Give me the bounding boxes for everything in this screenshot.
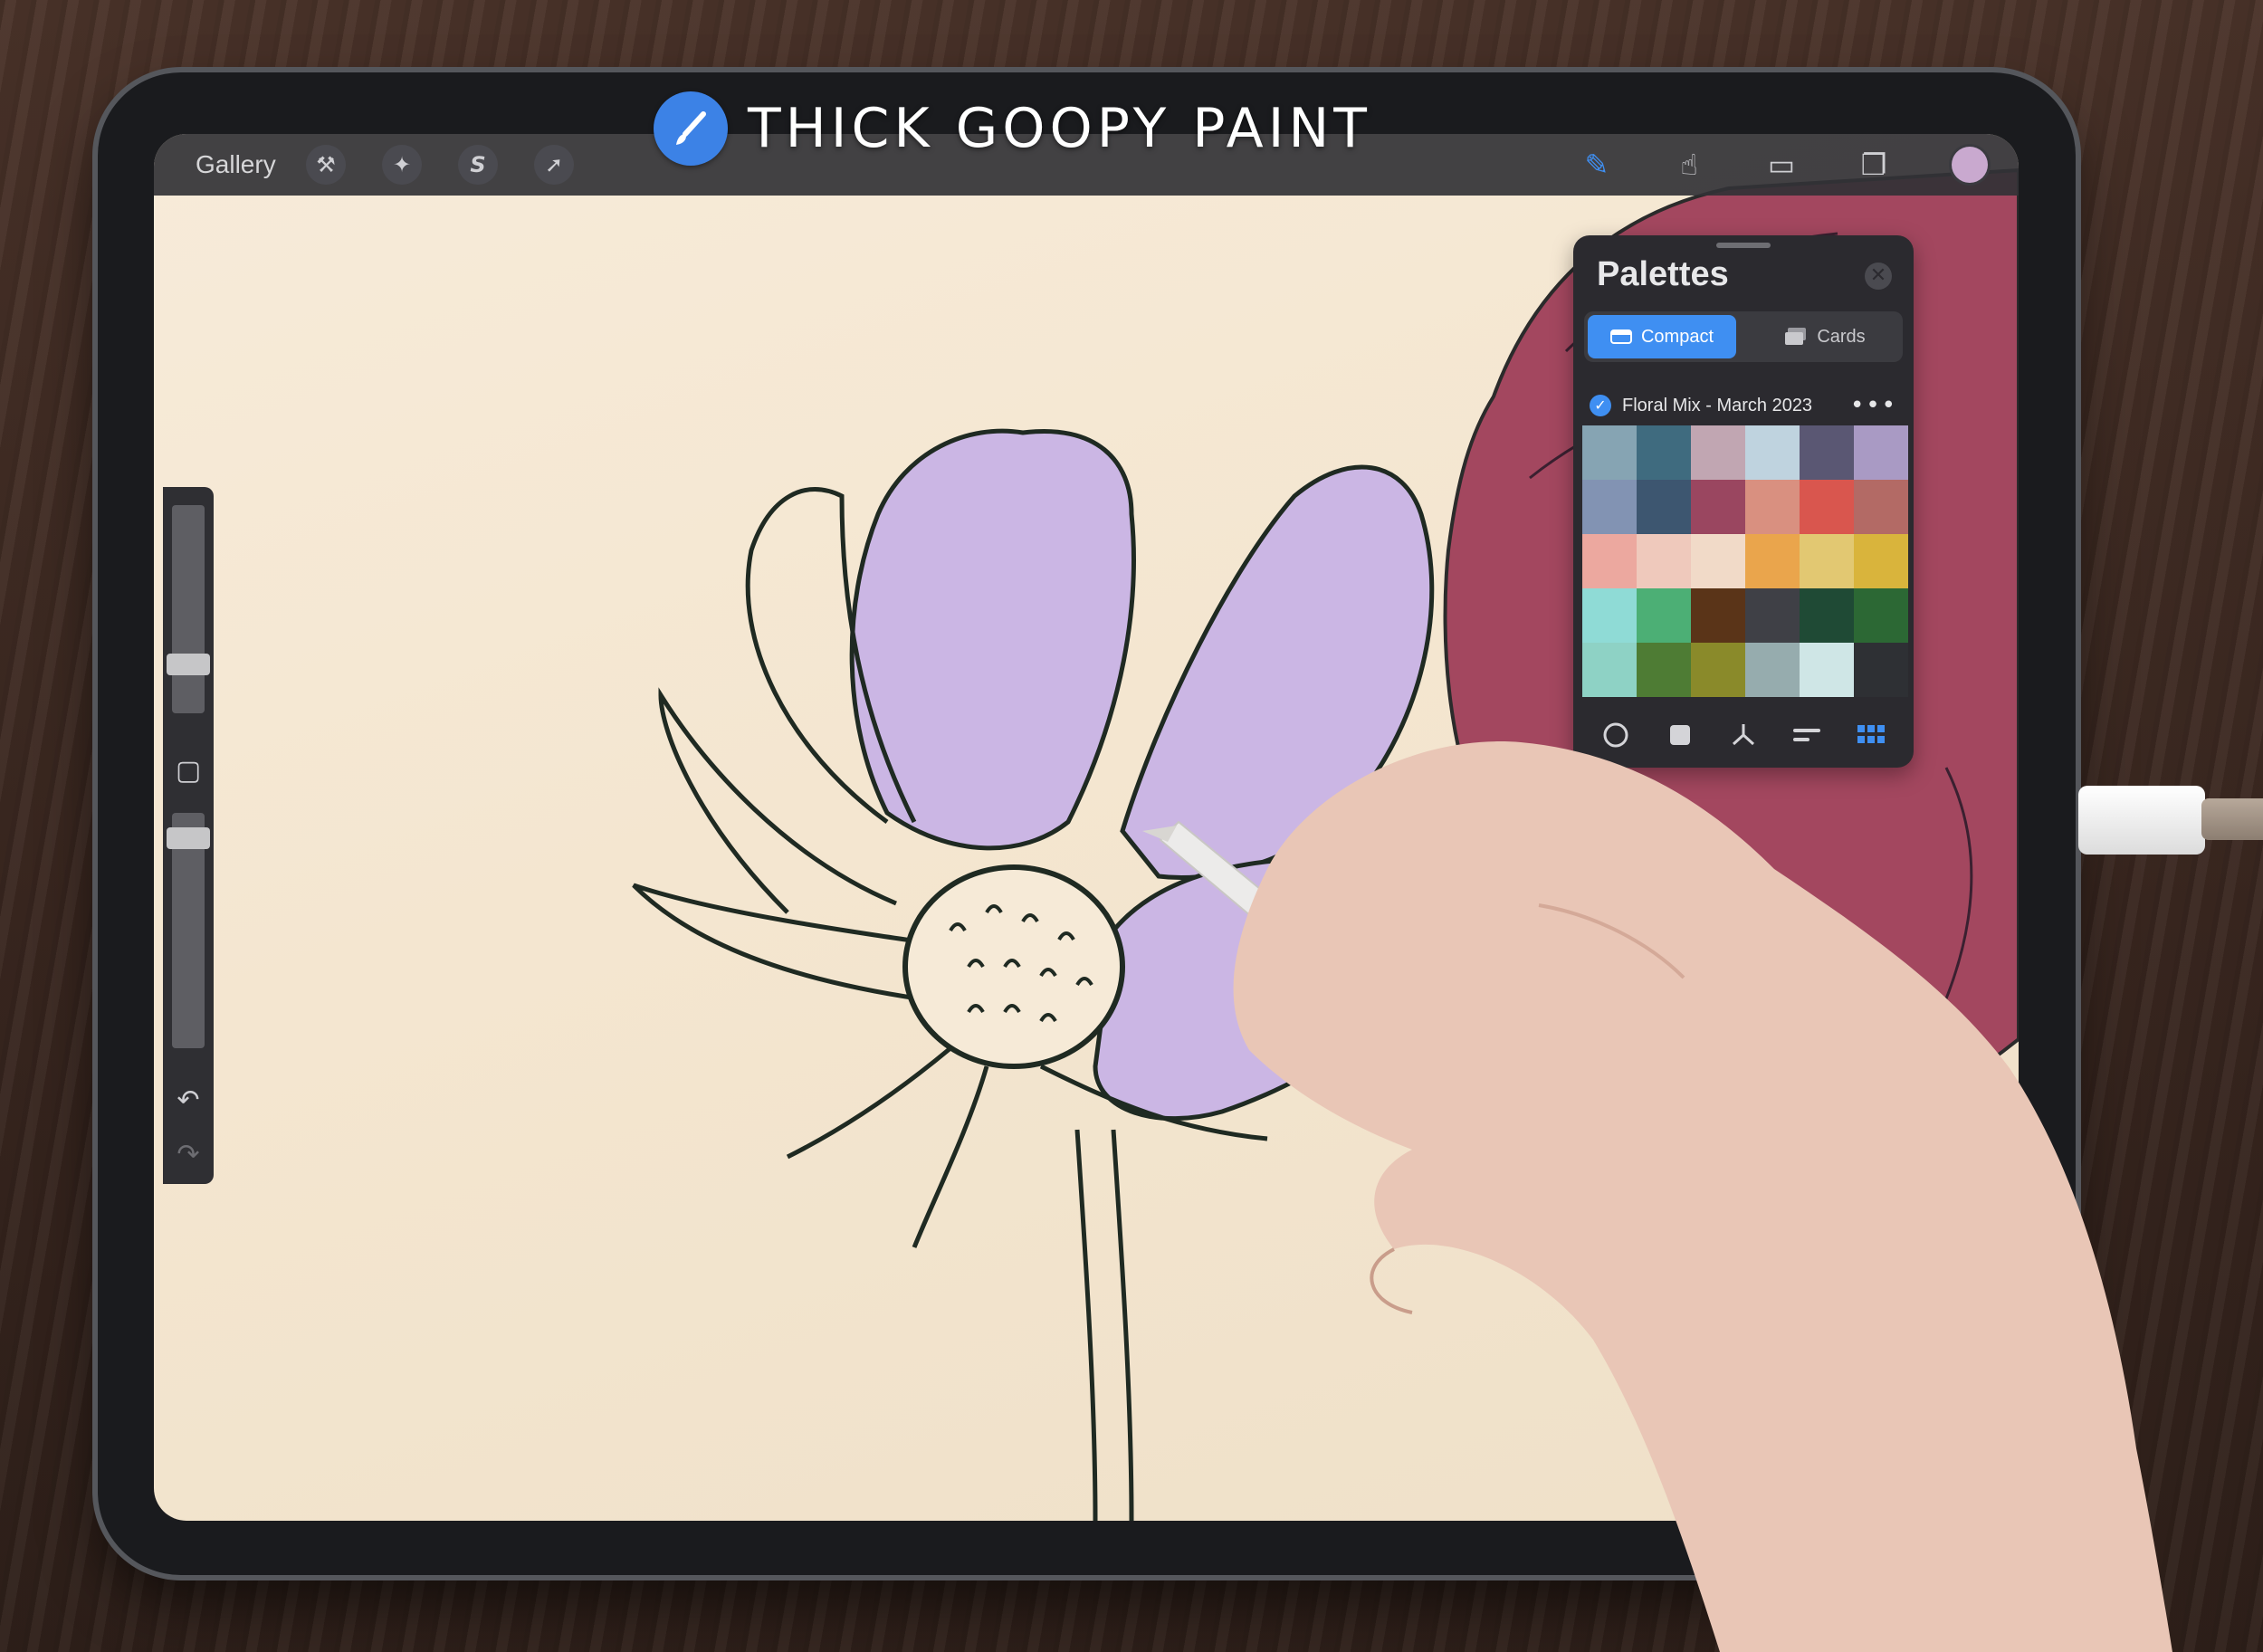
color-swatch[interactable] xyxy=(1800,480,1854,534)
compact-label: Compact xyxy=(1640,326,1714,347)
video-title-text: THICK GOOPY PAINT xyxy=(748,97,1371,160)
palettes-title: Palettes xyxy=(1597,255,1729,293)
eraser-icon[interactable]: ▭ xyxy=(1760,143,1803,186)
color-swatch[interactable] xyxy=(1637,588,1691,643)
color-swatch[interactable] xyxy=(1800,588,1854,643)
default-check-icon[interactable]: ✓ xyxy=(1590,395,1611,416)
gallery-button[interactable]: Gallery xyxy=(196,147,276,183)
panel-grab-handle[interactable] xyxy=(1716,243,1771,248)
disc-icon[interactable] xyxy=(1596,715,1636,755)
color-swatch[interactable] xyxy=(1691,534,1745,588)
cards-view-icon xyxy=(1785,328,1807,345)
color-swatch[interactable] xyxy=(1582,480,1637,534)
undo-icon[interactable]: ↶ xyxy=(163,1084,214,1116)
cards-view-button[interactable]: Cards xyxy=(1751,315,1899,358)
compact-view-icon xyxy=(1609,329,1632,344)
color-swatch[interactable] xyxy=(1745,480,1800,534)
color-swatch[interactable] xyxy=(1745,534,1800,588)
lavender-petal-right xyxy=(1120,464,1435,880)
usb-cable xyxy=(2201,798,2263,840)
cards-label: Cards xyxy=(1817,326,1866,347)
square-modify-icon[interactable]: ▢ xyxy=(163,755,214,787)
brush-size-slider[interactable] xyxy=(167,505,210,713)
color-swatch[interactable] xyxy=(1745,425,1800,480)
color-swatch[interactable] xyxy=(1637,480,1691,534)
color-swatch[interactable] xyxy=(1691,643,1745,697)
smudge-finger-icon[interactable]: ☝ xyxy=(1667,143,1711,186)
color-swatch[interactable] xyxy=(1691,425,1745,480)
color-swatch[interactable] xyxy=(1582,534,1637,588)
color-swatch[interactable] xyxy=(1854,643,1908,697)
color-swatch[interactable] xyxy=(1637,643,1691,697)
brush-size-knob[interactable] xyxy=(167,654,210,675)
color-swatch[interactable] xyxy=(1745,643,1800,697)
opacity-knob[interactable] xyxy=(167,827,210,849)
magic-wand-icon[interactable]: ✦ xyxy=(382,145,422,185)
color-swatch[interactable] xyxy=(1582,588,1637,643)
compact-view-button[interactable]: Compact xyxy=(1588,315,1736,358)
wrench-icon[interactable]: ⚒ xyxy=(306,145,346,185)
video-title-overlay: THICK GOOPY PAINT xyxy=(654,89,1371,168)
color-swatch[interactable] xyxy=(1854,588,1908,643)
brush-icon[interactable]: ✎ xyxy=(1575,143,1618,186)
layers-icon[interactable]: ❐ xyxy=(1852,143,1895,186)
harmony-icon[interactable] xyxy=(1724,715,1763,755)
color-well[interactable] xyxy=(1952,147,1988,183)
color-swatch[interactable] xyxy=(1800,425,1854,480)
color-swatch[interactable] xyxy=(1691,480,1745,534)
palette-header[interactable]: ✓ Floral Mix - March 2023 ••• xyxy=(1590,387,1897,424)
more-options-icon[interactable]: ••• xyxy=(1850,392,1897,419)
usb-c-plug xyxy=(2078,786,2205,855)
swatch-grid xyxy=(1582,425,1908,697)
color-swatch[interactable] xyxy=(1637,534,1691,588)
color-swatch[interactable] xyxy=(1637,425,1691,480)
color-swatch[interactable] xyxy=(1800,534,1854,588)
classic-icon[interactable] xyxy=(1660,715,1700,755)
palettes-grid-icon[interactable] xyxy=(1851,715,1891,755)
selection-s-icon[interactable]: S xyxy=(458,145,498,185)
color-panel-tabs xyxy=(1584,715,1903,755)
view-mode-segmented-control: Compact Cards xyxy=(1584,311,1903,362)
color-swatch[interactable] xyxy=(1582,425,1637,480)
color-swatch[interactable] xyxy=(1854,480,1908,534)
value-icon[interactable] xyxy=(1787,715,1827,755)
scene: Gallery ⚒ ✦ S ➚ ✎ ☝ ▭ ❐ ▢ ↶ ↷ Palettes ✕… xyxy=(0,0,2263,1652)
redo-icon[interactable]: ↷ xyxy=(163,1139,214,1170)
arrow-cursor-icon[interactable]: ➚ xyxy=(534,145,574,185)
stem xyxy=(1074,1129,1134,1521)
color-swatch[interactable] xyxy=(1854,425,1908,480)
color-swatch[interactable] xyxy=(1800,643,1854,697)
lavender-petal-left xyxy=(849,428,1136,851)
color-swatch[interactable] xyxy=(1582,643,1637,697)
color-swatch[interactable] xyxy=(1691,588,1745,643)
palette-name: Floral Mix - March 2023 xyxy=(1622,395,1813,415)
opacity-slider[interactable] xyxy=(167,813,210,1048)
close-icon[interactable]: ✕ xyxy=(1865,263,1892,290)
palettes-panel: Palettes ✕ Compact Cards ✓ Floral Mix - … xyxy=(1573,235,1914,768)
procreate-screen: Gallery ⚒ ✦ S ➚ ✎ ☝ ▭ ❐ ▢ ↶ ↷ Palettes ✕… xyxy=(154,134,2019,1521)
paintbrush-icon xyxy=(654,91,728,166)
flower-center xyxy=(902,864,1125,1069)
left-sidebar: ▢ ↶ ↷ xyxy=(163,487,214,1184)
color-swatch[interactable] xyxy=(1854,534,1908,588)
color-swatch[interactable] xyxy=(1745,588,1800,643)
lavender-petal-lower xyxy=(1093,855,1487,1122)
